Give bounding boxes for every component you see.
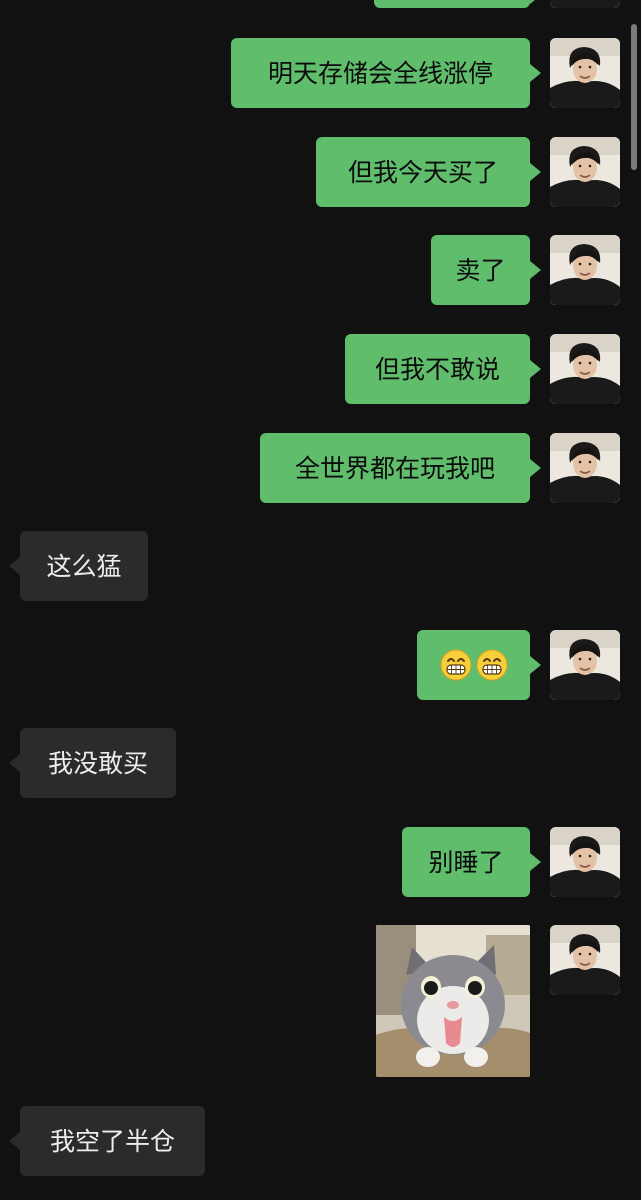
message-text: 明天存储会全线涨停 (267, 58, 493, 88)
message-bubble-outgoing[interactable]: 但我不敢说 (345, 334, 541, 404)
cat-sticker-image[interactable] (376, 925, 530, 1077)
message-text: 全世界都在玩我吧 (294, 453, 495, 483)
message-bubble-outgoing[interactable]: 全世界都在玩我吧 (260, 433, 541, 503)
avatar[interactable] (550, 0, 620, 8)
avatar[interactable] (550, 38, 620, 108)
message-bubble-incoming[interactable]: 这么猛 (9, 531, 148, 601)
message-bubble-incoming[interactable]: 我空了半仓 (9, 1106, 205, 1176)
message-text: 我没敢买 (47, 748, 148, 778)
avatar[interactable] (550, 925, 620, 995)
message-text: 我空了半仓 (49, 1126, 175, 1156)
avatar[interactable] (550, 137, 620, 207)
message-text: 但我今天买了 (347, 157, 498, 187)
message-bubble-outgoing[interactable]: 卖了 (431, 235, 541, 305)
avatar[interactable] (550, 827, 620, 897)
message-text: 但我不敢说 (374, 354, 500, 384)
message-text: 这么猛 (46, 551, 122, 581)
grinning-face-icon (440, 649, 472, 681)
avatar[interactable] (550, 630, 620, 700)
message-bubble-incoming[interactable]: 我没敢买 (9, 728, 176, 798)
message-text: 卖了 (455, 255, 506, 285)
grinning-face-icon (476, 649, 508, 681)
message-bubble-outgoing[interactable]: 别睡了 (402, 827, 541, 897)
message-bubble-outgoing[interactable] (417, 630, 541, 700)
message-bubble-outgoing[interactable]: 明天存储会全线涨停 (231, 38, 541, 108)
message-bubble-outgoing[interactable]: 但我今天买了 (316, 137, 541, 207)
avatar[interactable] (550, 433, 620, 503)
chat-screen: { "messages": [ {"text": ""}, {"text": "… (0, 0, 641, 1200)
scrollbar[interactable] (631, 24, 637, 170)
avatar[interactable] (550, 334, 620, 404)
avatar[interactable] (550, 235, 620, 305)
message-bubble-outgoing[interactable] (374, 0, 541, 8)
message-text: 别睡了 (428, 847, 504, 877)
